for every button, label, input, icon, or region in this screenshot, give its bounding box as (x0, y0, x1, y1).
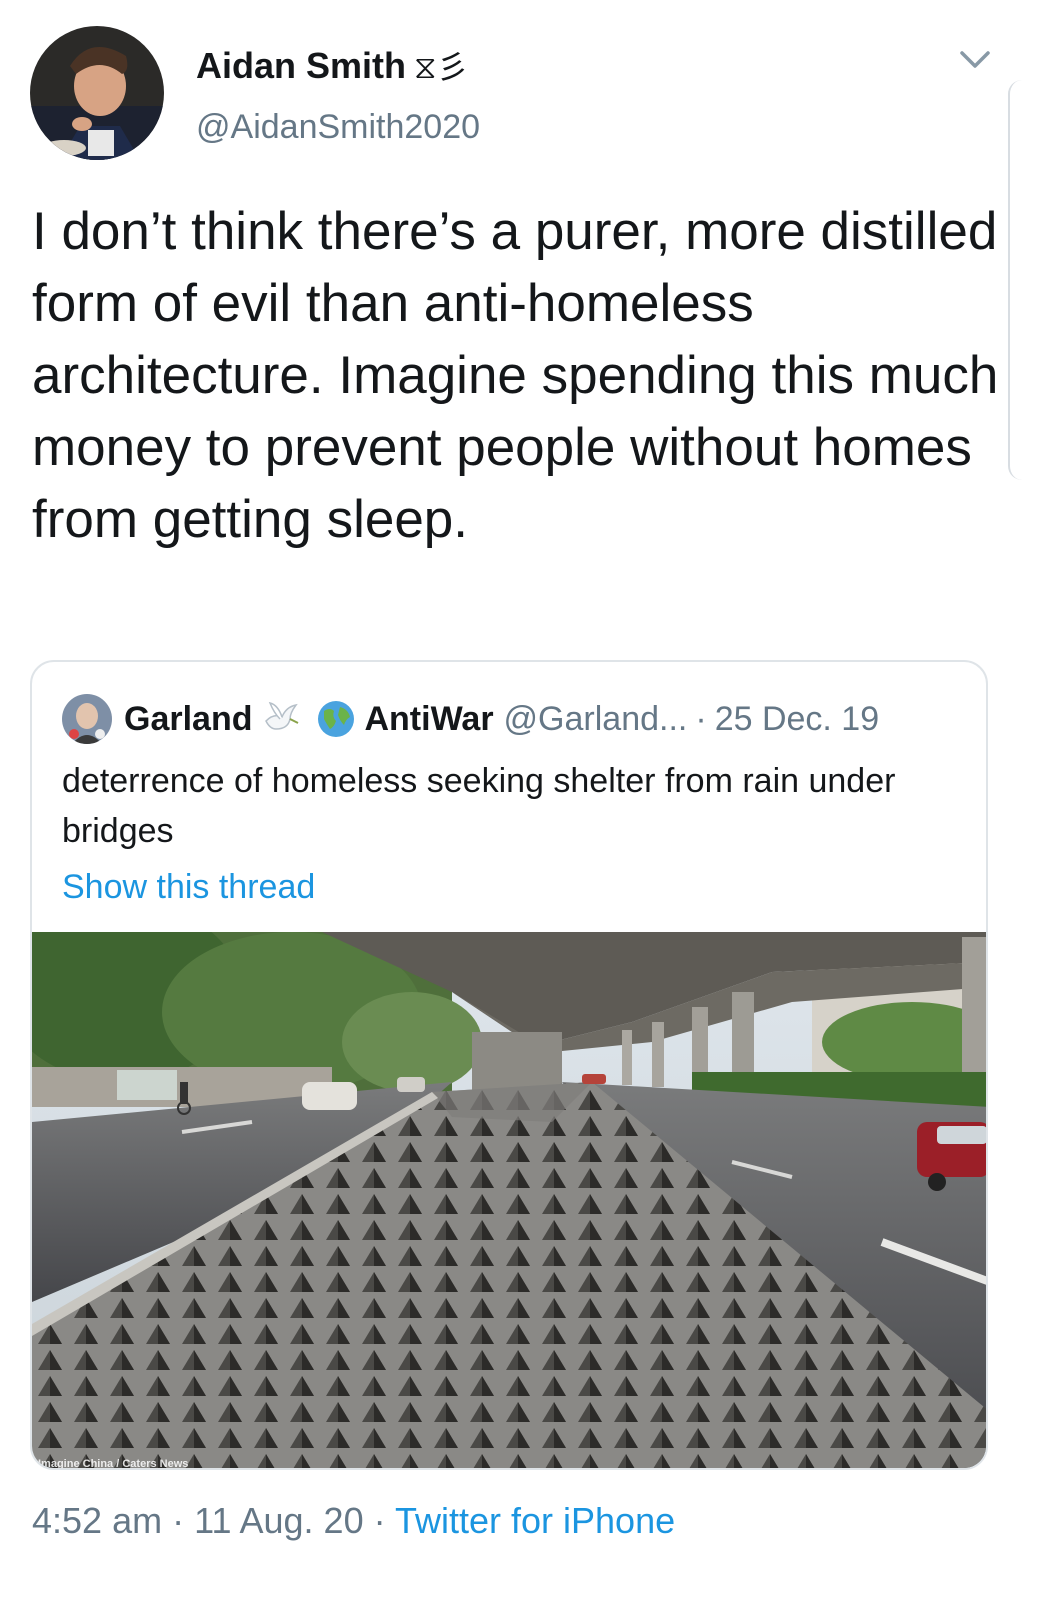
tweet-text: I don’t think there’s a purer, more dist… (32, 202, 999, 549)
author-name[interactable]: Aidan Smith ⧖彡 (196, 42, 468, 88)
tweet-date[interactable]: 11 Aug. 20 (194, 1500, 364, 1541)
show-thread-link[interactable]: Show this thread (62, 868, 315, 907)
author-avatar[interactable] (30, 26, 164, 160)
footer-separator: · (172, 1500, 185, 1541)
quoted-tweet-photo[interactable]: Imagine China / Caters News (32, 932, 986, 1470)
quoted-separator: · (695, 699, 707, 738)
tweet-time[interactable]: 4:52 am (32, 1500, 162, 1541)
quoted-tweet-text: deterrence of homeless seeking shelter f… (62, 762, 896, 850)
tweet-footer: 4:52 am · 11 Aug. 20 · Twitter for iPhon… (32, 1500, 675, 1542)
quoted-tweet[interactable]: Garland AntiWar @Garland... · 25 Dec. 19 (30, 660, 988, 1470)
tweet: Aidan Smith ⧖彡 @AidanSmith2020 I don’t th… (0, 0, 1040, 1600)
quoted-tweet-header: Garland AntiWar @Garland... · 25 Dec. 19 (62, 692, 879, 746)
tweet-source-link[interactable]: Twitter for iPhone (395, 1500, 675, 1541)
photo-credit: Imagine China / Caters News (38, 1458, 189, 1470)
scroll-indicator (1008, 80, 1022, 480)
author-handle[interactable]: @AidanSmith2020 (196, 108, 480, 147)
quoted-date[interactable]: 25 Dec. 19 (715, 700, 879, 739)
quoted-author-handle[interactable]: @Garland... (504, 700, 688, 739)
quoted-author-avatar[interactable] (62, 694, 112, 744)
footer-separator-2: · (373, 1500, 386, 1541)
quoted-author-name-2[interactable]: AntiWar (364, 700, 493, 739)
author-name-text[interactable]: Aidan Smith (196, 45, 406, 86)
chevron-down-icon[interactable] (958, 48, 992, 72)
globe-icon (316, 699, 356, 739)
author-name-badge: ⧖彡 (414, 49, 469, 85)
dove-icon (260, 699, 300, 739)
quoted-author-name[interactable]: Garland (124, 700, 252, 739)
